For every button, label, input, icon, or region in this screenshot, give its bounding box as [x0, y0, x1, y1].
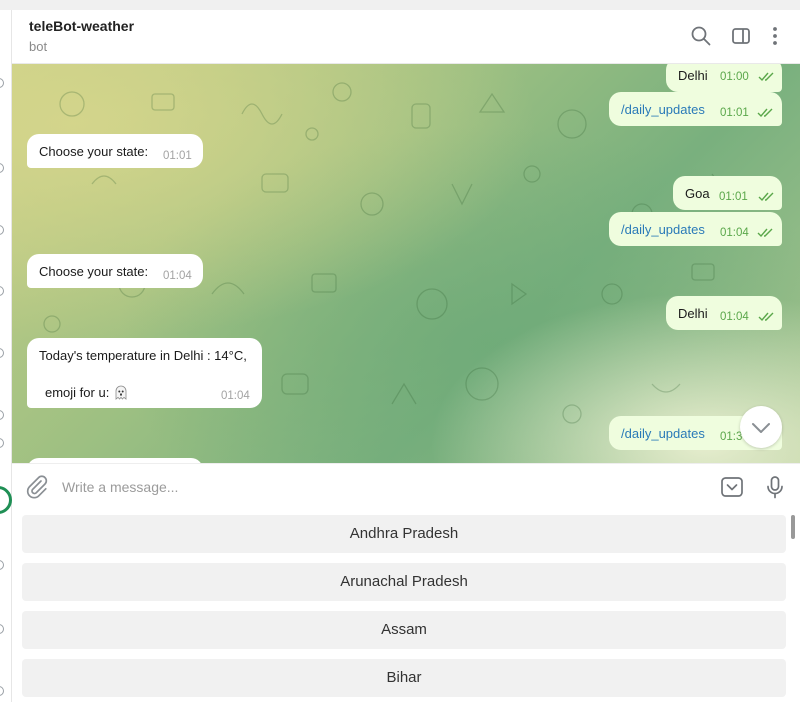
incoming-message[interactable]: Choose your state: 01:04: [27, 254, 203, 288]
outgoing-message[interactable]: Delhi 01:04: [666, 296, 782, 330]
state-button-andhra-pradesh[interactable]: Andhra Pradesh: [22, 515, 786, 553]
double-check-icon: [757, 228, 773, 238]
microphone-icon[interactable]: [762, 474, 788, 500]
chat-subtitle: bot: [29, 39, 48, 54]
chat-list-avatar[interactable]: [0, 78, 4, 88]
state-button-bihar[interactable]: Bihar: [22, 659, 786, 697]
keyboard-scrollbar[interactable]: [791, 515, 795, 539]
chat-list-avatar[interactable]: [0, 686, 4, 696]
state-button-arunachal-pradesh[interactable]: Arunachal Pradesh: [22, 563, 786, 601]
double-check-icon: [758, 312, 774, 322]
outgoing-message[interactable]: /daily_updates 01:04: [609, 212, 782, 246]
state-button-assam[interactable]: Assam: [22, 611, 786, 649]
chat-list-avatar[interactable]: [0, 163, 4, 173]
chat-list-avatar[interactable]: [0, 410, 4, 420]
bot-keyboard-icon[interactable]: [719, 474, 745, 500]
bot-reply-keyboard: Andhra Pradesh Arunachal Pradesh Assam B…: [12, 509, 800, 702]
bot-command-link[interactable]: /daily_updates: [621, 102, 705, 117]
message-time: 01:00: [720, 71, 749, 83]
ghost-emoji: [115, 385, 127, 400]
outgoing-message[interactable]: Delhi 01:00: [666, 64, 782, 92]
chat-list-avatar[interactable]: [0, 438, 4, 448]
message-text: Choose your state:: [39, 144, 149, 159]
search-icon[interactable]: [689, 24, 713, 48]
message-text-line2: emoji for u:: [45, 384, 129, 400]
chat-list-avatar[interactable]: [0, 286, 4, 296]
outgoing-message[interactable]: Goa 01:01: [673, 176, 782, 210]
message-time: 01:04: [163, 270, 192, 282]
outgoing-message[interactable]: /daily_updates 01:01: [609, 92, 782, 126]
bot-command-link[interactable]: /daily_updates: [621, 222, 705, 237]
message-time: 01:01: [719, 191, 748, 203]
incoming-message[interactable]: Today's temperature in Delhi : 14°C, emo…: [27, 338, 262, 408]
double-check-icon: [758, 192, 774, 202]
message-text: emoji for u:: [45, 385, 110, 400]
message-area[interactable]: Delhi 01:00 /daily_updates 01:01 Choose …: [12, 64, 800, 463]
double-check-icon: [758, 72, 774, 82]
message-text: Choose your state:: [39, 264, 149, 279]
message-time: 01:01: [720, 107, 749, 119]
chat-list-avatar[interactable]: [0, 624, 4, 634]
active-chat-avatar[interactable]: [0, 486, 12, 514]
chat-title[interactable]: teleBot-weather: [29, 18, 134, 34]
chat-list-avatar[interactable]: [0, 225, 4, 235]
message-composer: [12, 463, 800, 509]
attach-icon[interactable]: [24, 474, 50, 500]
message-text: Delhi: [678, 306, 708, 321]
more-vertical-icon[interactable]: [763, 24, 787, 48]
message-text: Delhi: [678, 68, 708, 83]
message-text: Today's temperature in Delhi : 14°C,: [39, 348, 247, 363]
chat-list-edge: [0, 10, 12, 702]
message-input[interactable]: [62, 474, 702, 500]
chat-header: teleBot-weather bot: [12, 10, 800, 64]
incoming-message[interactable]: Choose your state: 01:01: [27, 134, 203, 168]
message-text: Goa: [685, 186, 710, 201]
message-time: 01:04: [221, 390, 250, 402]
message-time: 01:04: [720, 227, 749, 239]
bot-command-link[interactable]: /daily_updates: [621, 426, 705, 441]
chevron-down-icon: [752, 423, 770, 433]
message-time: 01:01: [163, 150, 192, 162]
window-top-strip: [0, 0, 800, 10]
message-time: 01:04: [720, 311, 749, 323]
scroll-to-bottom-button[interactable]: [740, 406, 782, 448]
chat-list-avatar[interactable]: [0, 560, 4, 570]
chat-list-avatar[interactable]: [0, 348, 4, 358]
double-check-icon: [757, 108, 773, 118]
sidebar-toggle-icon[interactable]: [729, 24, 753, 48]
